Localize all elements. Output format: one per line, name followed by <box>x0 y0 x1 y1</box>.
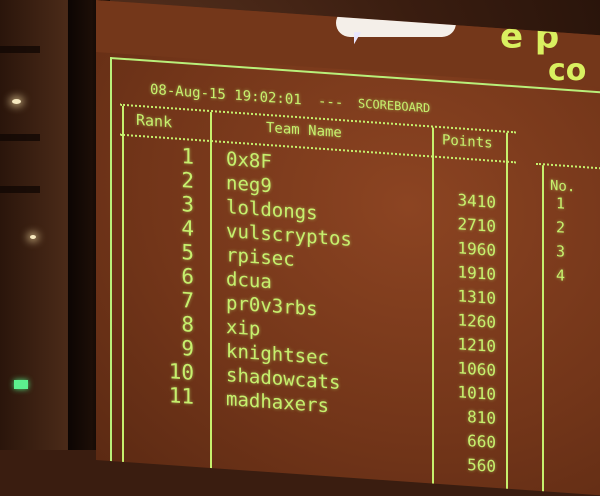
wall-vent <box>0 186 40 193</box>
row-rank: 11 <box>168 383 194 409</box>
row-team: rpisec <box>226 244 295 271</box>
side-divider <box>542 165 544 496</box>
wall-vent <box>0 46 40 53</box>
row-team: xip <box>226 316 261 341</box>
side-row-number: 3 <box>556 242 566 261</box>
row-points: 560 <box>467 454 496 476</box>
points-divider <box>506 132 508 493</box>
row-team: neg9 <box>226 172 272 198</box>
row-points: 1260 <box>457 310 496 332</box>
column-header-rank: Rank <box>136 110 173 132</box>
side-row-number: 1 <box>556 194 566 213</box>
row-points: 810 <box>467 406 496 428</box>
row-points: 1960 <box>457 238 496 260</box>
row-team: 0x8F <box>226 148 272 174</box>
title-separator: --- <box>318 93 344 112</box>
side-row-number: 4 <box>556 266 566 285</box>
wall-vent <box>0 134 40 141</box>
row-points: 1060 <box>457 358 496 380</box>
row-points: 1910 <box>457 262 496 284</box>
ceiling-light <box>30 235 36 239</box>
ceiling-light <box>12 99 21 104</box>
row-points: 3410 <box>457 190 496 212</box>
screen-heading-line2: co <box>548 52 587 88</box>
row-team: dcua <box>226 268 272 294</box>
exit-sign <box>14 380 28 389</box>
row-points: 2710 <box>457 214 496 236</box>
projection-screen: e p co 08-Aug-15 19:02:01 --- SCOREBOARD… <box>96 0 600 496</box>
column-header-no: No. <box>550 177 576 196</box>
mouse-cursor-icon <box>354 32 361 45</box>
side-row-number: 2 <box>556 218 566 237</box>
row-points: 660 <box>467 430 496 452</box>
left-border <box>122 105 124 466</box>
row-points: 1010 <box>457 382 496 404</box>
row-points: 1310 <box>457 286 496 308</box>
row-points: 1210 <box>457 334 496 356</box>
team-divider <box>432 127 434 488</box>
rank-divider <box>210 111 212 473</box>
